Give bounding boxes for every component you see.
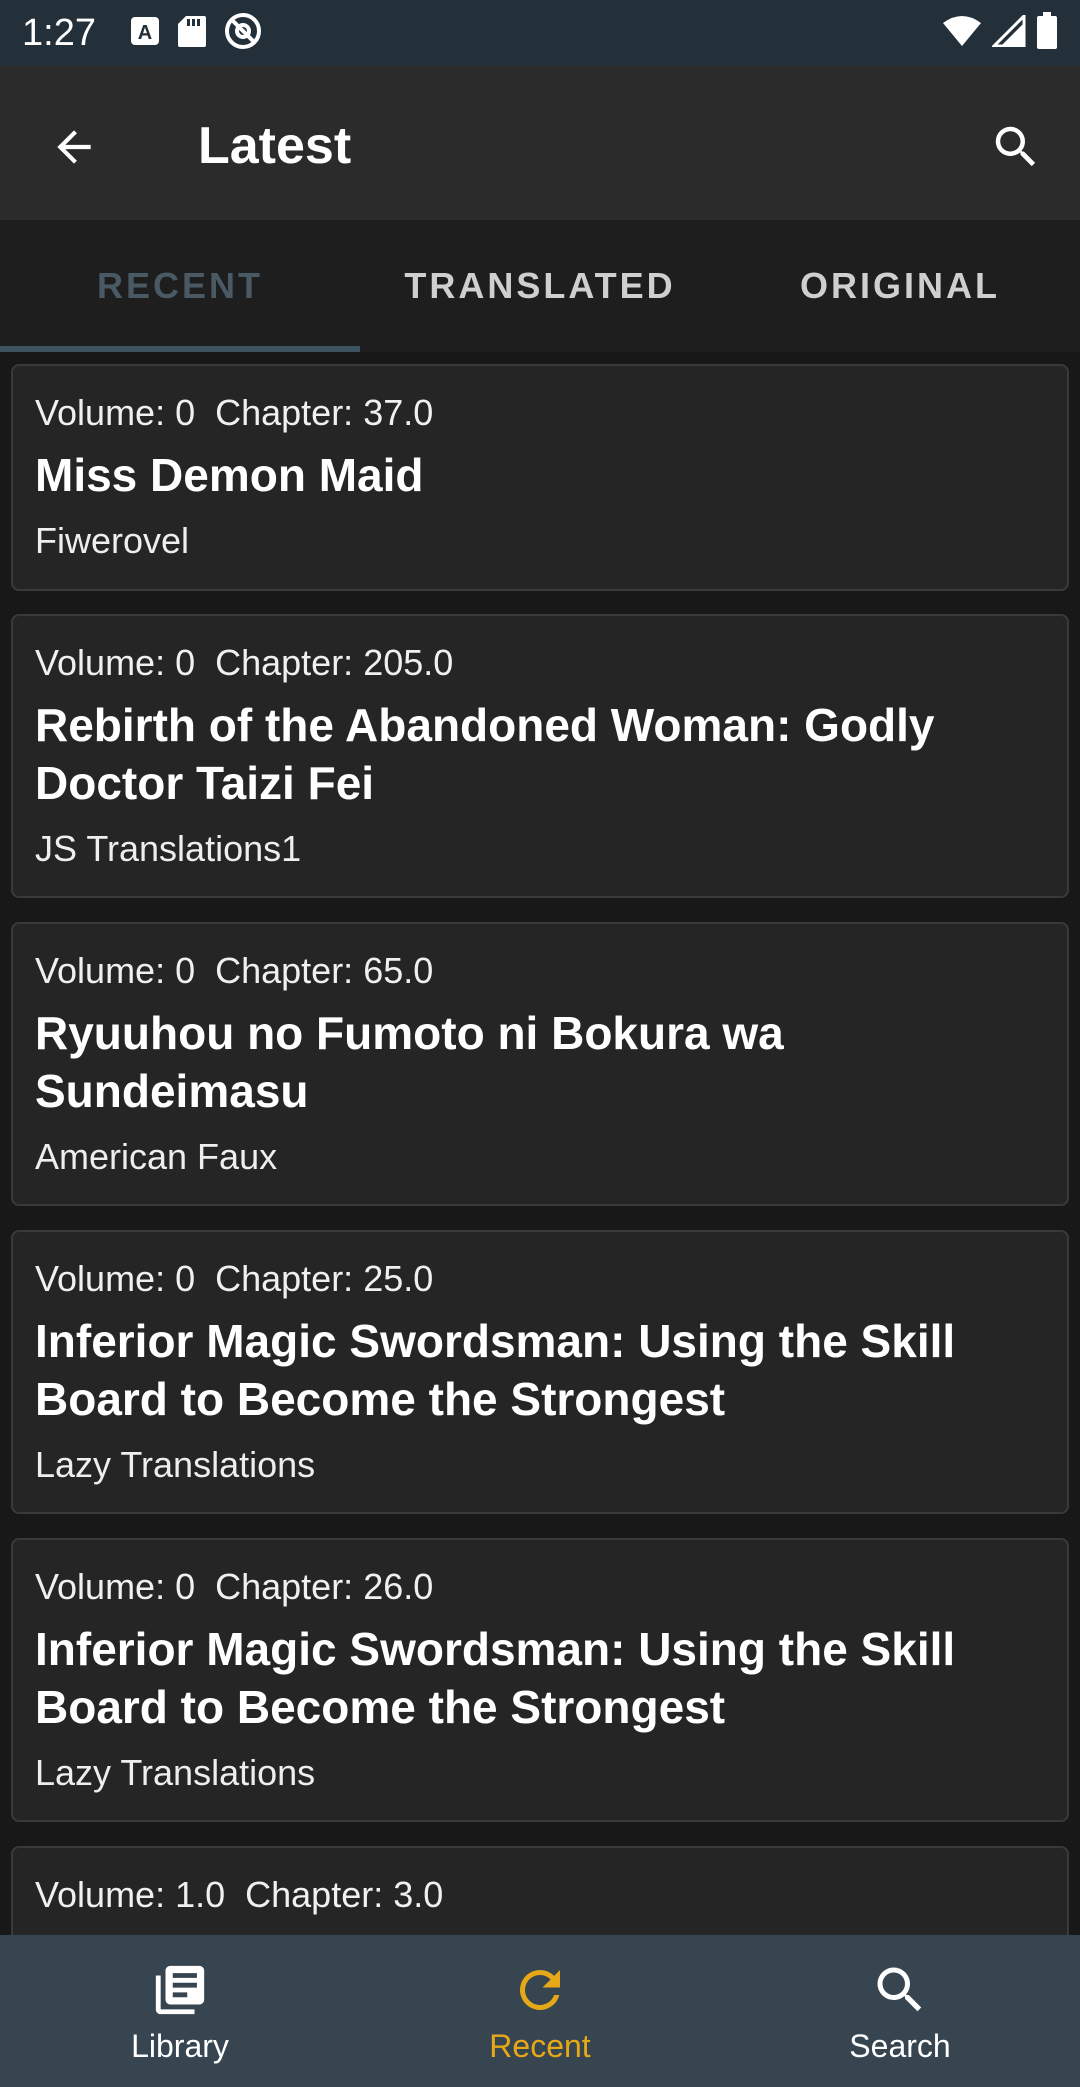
- back-button[interactable]: [38, 111, 110, 183]
- no-sync-icon: [224, 12, 262, 55]
- status-bar: 1:27 A: [0, 0, 1080, 66]
- card-group: JS Translations1: [35, 828, 302, 869]
- tab-translated[interactable]: TRANSLATED: [360, 220, 720, 352]
- bottom-navigation: Library Recent Search: [0, 1935, 1080, 2087]
- battery-icon: [1036, 11, 1058, 55]
- tab-recent[interactable]: RECENT: [0, 220, 360, 352]
- refresh-icon: [519, 1969, 560, 2010]
- volume-label: Volume: 0: [35, 642, 196, 683]
- release-card[interactable]: Volume: 0 Chapter: 26.0 Inferior Magic Sw…: [11, 1538, 1069, 1822]
- nav-library[interactable]: Library: [0, 1935, 360, 2087]
- volume-label: Volume: 0: [35, 950, 196, 991]
- release-card[interactable]: Volume: 0 Chapter: 205.0 Rebirth of the A…: [11, 614, 1069, 898]
- tab-bar: RECENT TRANSLATED ORIGINAL: [0, 220, 1080, 352]
- chapter-label: Chapter: 205.0: [215, 642, 454, 683]
- release-card[interactable]: Volume: 0 Chapter: 25.0 Inferior Magic Sw…: [11, 1230, 1069, 1514]
- card-group: Lazy Translations: [35, 1752, 316, 1793]
- volume-label: Volume: 0: [35, 392, 196, 433]
- card-meta: Volume: 1.0 Chapter: 3.0: [35, 1872, 1045, 1918]
- card-meta: Volume: 0 Chapter: 26.0: [35, 1564, 1045, 1610]
- volume-label: Volume: 0: [35, 1566, 196, 1607]
- nav-recent-label: Recent: [489, 2027, 591, 2064]
- card-meta: Volume: 0 Chapter: 205.0: [35, 640, 1045, 686]
- search-icon: [877, 1967, 922, 2011]
- release-card[interactable]: Volume: 0 Chapter: 65.0 Ryuuhou no Fumoto…: [11, 922, 1069, 1206]
- card-meta: Volume: 0 Chapter: 25.0: [35, 1256, 1045, 1302]
- card-title: Inferior Magic Swordsman: Using the Skil…: [35, 1315, 956, 1425]
- card-group: American Faux: [35, 1136, 278, 1177]
- tab-original[interactable]: ORIGINAL: [720, 220, 1080, 352]
- keyboard-a-icon: A: [130, 16, 160, 51]
- chapter-label: Chapter: 26.0: [215, 1566, 434, 1607]
- svg-text:A: A: [138, 22, 152, 44]
- nav-search-label: Search: [849, 2027, 951, 2064]
- page-title: Latest: [198, 117, 352, 175]
- app-bar: Latest: [0, 66, 1080, 220]
- release-list: Volume: 0 Chapter: 37.0 Miss Demon Maid F…: [0, 352, 1080, 1935]
- card-group: Lazy Translations: [35, 1444, 316, 1485]
- card-title: Ryuuhou no Fumoto ni Bokura wa Sundeimas…: [35, 1007, 784, 1117]
- status-time: 1:27: [22, 11, 96, 54]
- wifi-icon: [942, 15, 982, 52]
- nav-recent[interactable]: Recent: [360, 1935, 720, 2087]
- chapter-label: Chapter: 25.0: [215, 1258, 434, 1299]
- chapter-label: Chapter: 3.0: [245, 1874, 444, 1915]
- card-title: Miss Demon Maid: [35, 449, 424, 501]
- card-meta: Volume: 0 Chapter: 37.0: [35, 390, 1045, 436]
- volume-label: Volume: 0: [35, 1258, 196, 1299]
- volume-label: Volume: 1.0: [35, 1874, 226, 1915]
- arrow-back-icon: [57, 130, 91, 164]
- release-card[interactable]: Volume: 0 Chapter: 37.0 Miss Demon Maid F…: [11, 364, 1069, 591]
- search-icon: [995, 126, 1036, 167]
- chapter-label: Chapter: 37.0: [215, 392, 434, 433]
- nav-library-label: Library: [131, 2027, 229, 2064]
- card-group: Fiwerovel: [35, 520, 190, 561]
- card-meta: Volume: 0 Chapter: 65.0: [35, 948, 1045, 994]
- card-title: Rebirth of the Abandoned Woman: Godly Do…: [35, 699, 935, 809]
- card-title: Inferior Magic Swordsman: Using the Skil…: [35, 1623, 956, 1733]
- chapter-label: Chapter: 65.0: [215, 950, 434, 991]
- search-button[interactable]: [980, 111, 1052, 183]
- nav-search[interactable]: Search: [720, 1935, 1080, 2087]
- release-card[interactable]: Volume: 1.0 Chapter: 3.0: [11, 1846, 1069, 1935]
- library-icon: [155, 1965, 205, 2014]
- cell-signal-icon: [990, 11, 1026, 52]
- sd-card-icon: [177, 15, 206, 52]
